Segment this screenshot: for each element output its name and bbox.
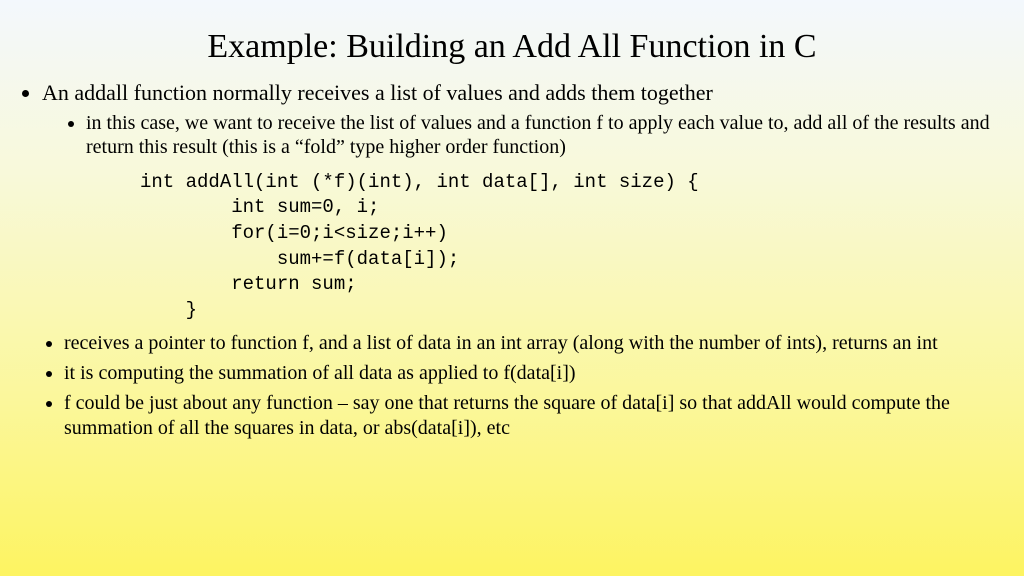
top-bullet-list: An addall function normally receives a l… — [20, 80, 1004, 160]
sub-bullet-list-2: receives a pointer to function f, and a … — [20, 331, 1004, 441]
top-bullet-item: An addall function normally receives a l… — [42, 80, 1004, 160]
sub-bullet-3: it is computing the summation of all dat… — [64, 361, 1004, 387]
sub-bullet-2: receives a pointer to function f, and a … — [64, 331, 1004, 357]
slide-title: Example: Building an Add All Function in… — [20, 28, 1004, 66]
sub-bullet-list-1: in this case, we want to receive the lis… — [42, 111, 1004, 160]
top-bullet-text: An addall function normally receives a l… — [42, 80, 713, 105]
sub-bullet-4: f could be just about any function – say… — [64, 391, 1004, 442]
sub-bullet-1: in this case, we want to receive the lis… — [86, 111, 1004, 160]
code-block: int addAll(int (*f)(int), int data[], in… — [140, 170, 1004, 324]
